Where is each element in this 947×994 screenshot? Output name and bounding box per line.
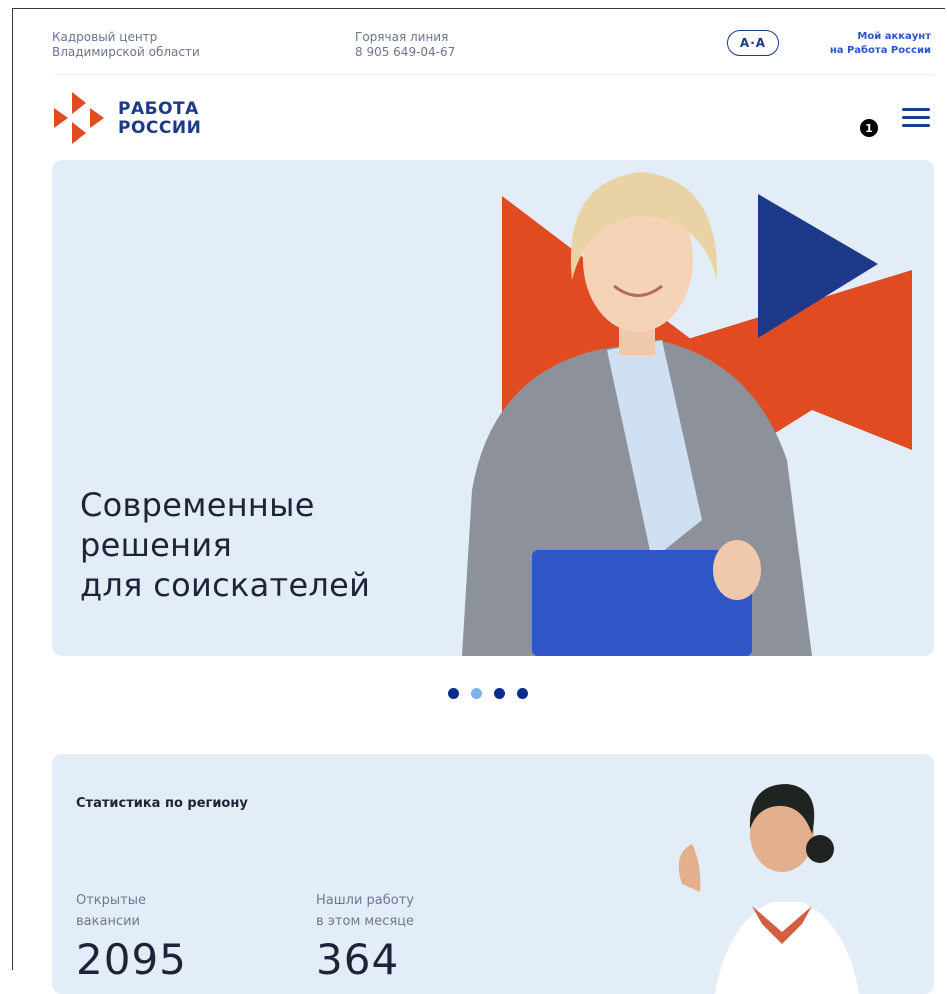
logo-arrow-left <box>54 108 68 128</box>
carousel-dot-2[interactable] <box>471 688 482 699</box>
menu-bar-3 <box>902 124 930 127</box>
carousel-dot-4[interactable] <box>517 688 528 699</box>
logo-line-2: РОССИИ <box>118 118 202 138</box>
account-line-1: Мой аккаунт <box>857 31 931 42</box>
region-statistics-card: Статистика по региону Открытые вакансии … <box>52 754 934 994</box>
hero-title: Современные решения для соискателей <box>80 485 370 605</box>
illustration-hand <box>678 844 701 892</box>
hotline-label: Горячая линия <box>355 30 449 44</box>
logo-arrow-bottom <box>72 122 86 144</box>
illustration-bun <box>806 835 834 863</box>
stat-label-vacancies: Открытые вакансии <box>76 890 146 932</box>
stat-label-hired: Нашли работу в этом месяце <box>316 890 414 932</box>
logo-line-1: РАБОТА <box>118 99 199 119</box>
hero-title-line-2: решения <box>80 526 233 564</box>
my-account-link[interactable]: Мой аккаунт на Работа России <box>796 30 931 58</box>
hamburger-menu-icon[interactable] <box>902 108 930 128</box>
woman-illustration <box>678 784 860 994</box>
account-line-2: на Работа России <box>829 45 931 56</box>
header-divider <box>52 74 934 75</box>
stats-title: Статистика по региону <box>76 796 248 811</box>
stat-label-line: Открытые <box>76 893 147 908</box>
carousel-pagination <box>448 688 528 699</box>
center-line-1: Кадровый центр <box>52 30 158 44</box>
stat-value-vacancies: 2095 <box>76 935 187 984</box>
font-size-toggle-button[interactable]: A·A <box>727 30 779 56</box>
logo-arrow-top <box>72 92 86 114</box>
logo-arrow-right <box>90 108 104 128</box>
carousel-dot-1[interactable] <box>448 688 459 699</box>
logo-text[interactable]: РАБОТА РОССИИ <box>118 100 201 138</box>
stat-label-line: Нашли работу <box>316 893 414 908</box>
hero-title-line-1: Современные <box>80 486 315 524</box>
regional-center-name: Кадровый центр Владимирской области <box>52 30 200 60</box>
stat-label-line: вакансии <box>76 914 140 929</box>
hotline[interactable]: Горячая линия 8 905 649-04-67 <box>355 30 455 60</box>
illustration-body <box>714 902 860 994</box>
menu-bar-2 <box>902 116 930 119</box>
stat-value-hired: 364 <box>316 935 400 984</box>
hotline-phone[interactable]: 8 905 649-04-67 <box>355 45 455 60</box>
notification-badge[interactable]: 1 <box>860 119 878 137</box>
stat-label-line: в этом месяце <box>316 914 415 929</box>
carousel-dot-3[interactable] <box>494 688 505 699</box>
center-line-2: Владимирской области <box>52 45 200 59</box>
menu-bar-1 <box>902 108 930 111</box>
hand <box>713 540 761 600</box>
hero-title-line-3: для соискателей <box>80 566 371 604</box>
hero-banner[interactable]: Современные решения для соискателей <box>52 160 934 656</box>
